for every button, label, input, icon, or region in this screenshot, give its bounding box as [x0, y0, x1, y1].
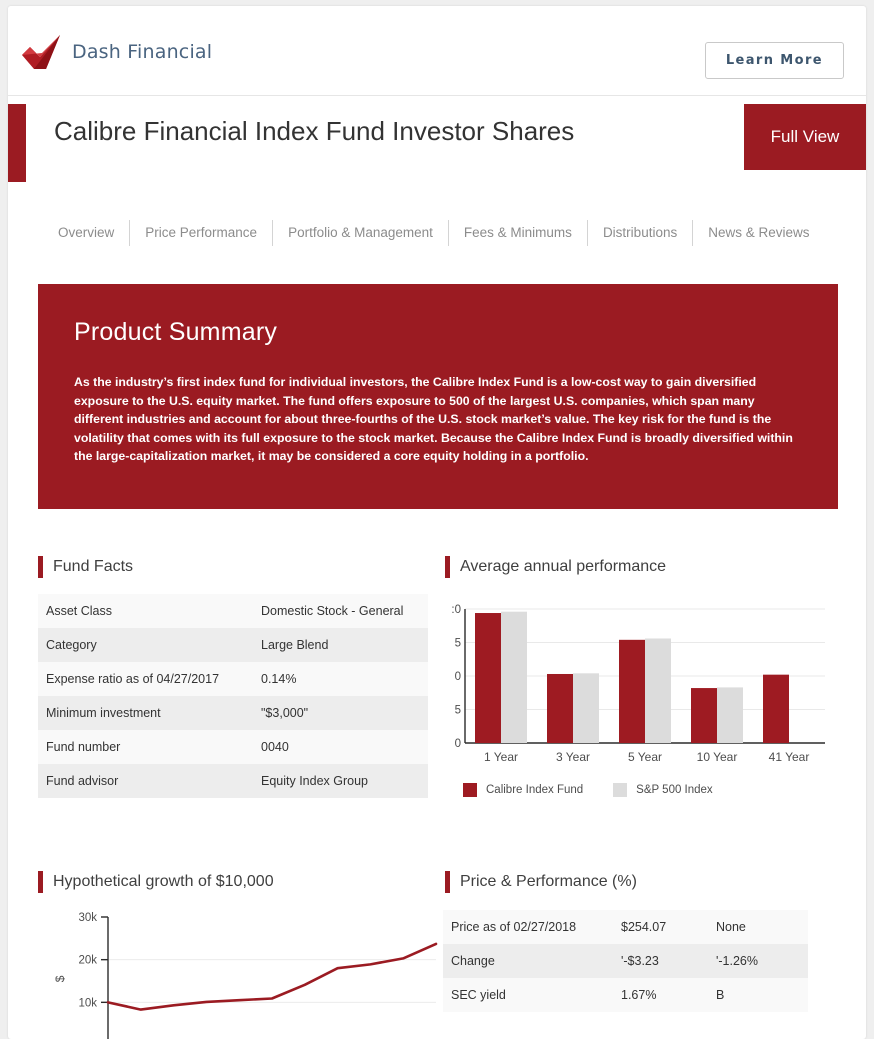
- table-row: Change '-$3.23 '-1.26%: [443, 944, 808, 978]
- y-axis-tick-label: 0: [455, 738, 461, 750]
- row-key: Price as of 02/27/2018: [451, 920, 577, 934]
- row-key: Expense ratio as of 04/27/2017: [46, 672, 220, 686]
- x-axis-tick-label: 1 Year: [484, 750, 518, 764]
- row-key: Asset Class: [46, 604, 112, 618]
- table-row: Fund number 0040: [38, 730, 428, 764]
- tab-fees-minimums[interactable]: Fees & Minimums: [447, 220, 587, 246]
- table-row: Category Large Blend: [38, 628, 428, 662]
- row-key: Fund advisor: [46, 774, 119, 788]
- legend-label: Calibre Index Fund: [486, 784, 584, 796]
- page-root: Dash Financial Learn More Calibre Financ…: [0, 0, 874, 1039]
- x-axis-tick-label: 3 Year: [556, 750, 590, 764]
- accent-bar: [445, 871, 450, 893]
- row-value: "$3,000": [261, 706, 309, 720]
- avg-performance-title: Average annual performance: [460, 558, 667, 575]
- fund-facts-table: Asset Class Domestic Stock - General Cat…: [38, 594, 428, 798]
- accent-bar: [38, 871, 43, 893]
- y-axis-tick-label: 5: [455, 638, 461, 650]
- row-value: Large Blend: [261, 638, 329, 652]
- avg-performance-heading: Average annual performance: [445, 556, 666, 578]
- section-tabs: Overview Price Performance Portfolio & M…: [54, 220, 825, 246]
- row-value: 0.14%: [261, 672, 297, 686]
- legend-item-fund: Calibre Index Fund: [463, 783, 583, 797]
- chart-bar: [501, 611, 527, 743]
- y-axis-label: $: [53, 975, 67, 982]
- chart-legend: Calibre Index Fund S&P 500 Index: [463, 783, 713, 797]
- accent-bar: [445, 556, 450, 578]
- legend-item-index: S&P 500 Index: [613, 783, 713, 797]
- brand-logo[interactable]: Dash Financial: [20, 33, 212, 71]
- chart-bar: [717, 687, 743, 743]
- swoosh-checkmark-logo-icon: [20, 33, 62, 71]
- row-value: Equity Index Group: [261, 774, 369, 788]
- y-axis-tick-label: 5: [455, 705, 461, 717]
- brand-header: Dash Financial Learn More: [8, 6, 866, 96]
- row-key: Category: [46, 638, 97, 652]
- fund-facts-heading: Fund Facts: [38, 556, 133, 578]
- chart-bar: [475, 613, 501, 743]
- chart-bar: [763, 674, 789, 743]
- hypothetical-growth-heading: Hypothetical growth of $10,000: [38, 871, 274, 893]
- row-key: Change: [451, 954, 495, 968]
- brand-name: Dash Financial: [72, 41, 213, 63]
- legend-label: S&P 500 Index: [636, 784, 713, 796]
- row-value-1: 1.67%: [621, 988, 657, 1002]
- table-row: Asset Class Domestic Stock - General: [38, 594, 428, 628]
- hypothetical-growth-chart: 10k 20k 30k $: [38, 911, 438, 1039]
- table-row: SEC yield 1.67% B: [443, 978, 808, 1012]
- average-annual-performance-chart: 0 5 0 5 :0 1 Year 3 Year 5 Year 10 Year 41 Year C…: [443, 601, 843, 811]
- row-value: 0040: [261, 740, 289, 754]
- y-axis-tick-label: 20k: [78, 955, 97, 967]
- accent-bar: [38, 556, 43, 578]
- y-axis-tick-label: 0: [455, 671, 461, 683]
- learn-more-button[interactable]: Learn More: [704, 42, 844, 79]
- x-axis-tick-label: 41 Year: [769, 750, 810, 764]
- table-row: Minimum investment "$3,000": [38, 696, 428, 730]
- full-view-button[interactable]: Full View: [744, 104, 866, 170]
- table-row: Expense ratio as of 04/27/2017 0.14%: [38, 662, 428, 696]
- table-row: Price as of 02/27/2018 $254.07 None: [443, 910, 808, 944]
- tab-distributions[interactable]: Distributions: [586, 220, 692, 246]
- fund-card: Dash Financial Learn More Calibre Financ…: [8, 6, 866, 1039]
- page-title: Calibre Financial Index Fund Investor Sh…: [54, 116, 575, 146]
- row-value-2: None: [716, 920, 746, 934]
- row-value-2: '-1.26%: [716, 954, 758, 968]
- fund-facts-title: Fund Facts: [53, 558, 134, 575]
- y-axis-tick-label: :0: [451, 604, 461, 616]
- tab-news-reviews[interactable]: News & Reviews: [692, 220, 824, 246]
- row-key: SEC yield: [451, 988, 506, 1002]
- price-performance-title: Price & Performance (%): [460, 873, 637, 890]
- legend-swatch: [613, 783, 628, 797]
- product-summary-body: As the industry’s first index fund for i…: [74, 375, 793, 464]
- chart-bar: [573, 673, 599, 743]
- chart-bar: [547, 673, 573, 743]
- hypothetical-growth-title: Hypothetical growth of $10,000: [53, 873, 274, 890]
- x-axis-tick-label: 10 Year: [697, 750, 738, 764]
- row-value-1: '-$3.23: [621, 954, 659, 968]
- legend-swatch: [463, 783, 477, 797]
- row-key: Fund number: [46, 740, 121, 754]
- price-performance-heading: Price & Performance (%): [445, 871, 637, 893]
- row-value-1: $254.07: [621, 920, 667, 934]
- tab-portfolio-management[interactable]: Portfolio & Management: [272, 220, 448, 246]
- y-axis-tick-label: 30k: [78, 912, 97, 924]
- x-axis-tick-label: 5 Year: [628, 750, 662, 764]
- chart-bar: [619, 639, 645, 743]
- chart-bar: [645, 638, 671, 743]
- price-performance-table: Price as of 02/27/2018 $254.07 None Chan…: [443, 910, 808, 1012]
- tab-price-performance[interactable]: Price Performance: [129, 220, 272, 246]
- product-summary-panel: Product Summary As the industry’s first …: [38, 284, 838, 509]
- row-key: Minimum investment: [46, 706, 161, 720]
- table-row: Fund advisor Equity Index Group: [38, 764, 428, 798]
- row-value: Domestic Stock - General: [261, 604, 404, 618]
- chart-line: [106, 942, 438, 1011]
- row-value-2: B: [716, 988, 725, 1002]
- product-summary-heading: Product Summary: [74, 318, 278, 346]
- title-accent-bar: [8, 104, 26, 182]
- chart-bar: [691, 688, 717, 743]
- tab-overview[interactable]: Overview: [54, 220, 129, 246]
- y-axis-tick-label: 10k: [78, 997, 97, 1009]
